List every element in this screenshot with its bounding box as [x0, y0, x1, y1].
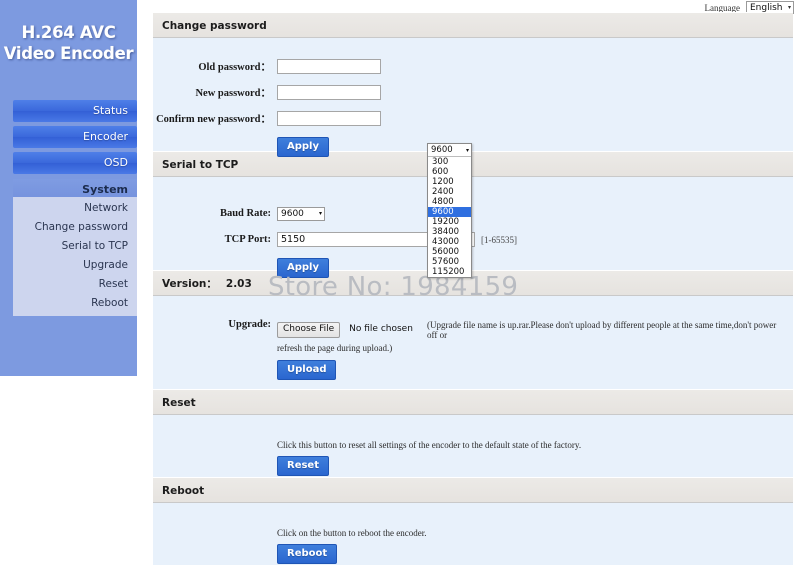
baud-rate-option[interactable]: 600 — [428, 167, 471, 177]
baud-rate-dropdown-current-value: 9600 — [431, 145, 453, 155]
panel-body-upgrade: Upgrade: Choose File No file chosen (Upg… — [153, 296, 793, 389]
upgrade-note: (Upgrade file name is up.rar.Please don'… — [427, 318, 787, 340]
panel-change-password: Change password Old password： New passwo… — [153, 12, 793, 157]
field-old-password: Old password： — [153, 56, 793, 77]
baud-rate-dropdown-current[interactable]: 9600 ▾ — [428, 144, 471, 157]
sidebar-submenu-system: Network Change password Serial to TCP Up… — [13, 197, 137, 316]
baud-rate-option[interactable]: 1200 — [428, 177, 471, 187]
chevron-down-icon: ▾ — [465, 146, 469, 154]
field-confirm-new-password: Confirm new password： — [153, 108, 793, 129]
version-title-label: Version： — [162, 278, 217, 290]
logo-line-1: H.264 AVC — [21, 23, 116, 42]
old-password-input[interactable] — [277, 59, 381, 74]
change-password-actions: Apply — [153, 134, 793, 157]
field-new-password: New password： — [153, 82, 793, 103]
sidebar: H.264 AVC Video Encoder Status Encoder O… — [0, 0, 137, 376]
chosen-file-status: No file chosen — [349, 324, 413, 334]
baud-rate-option[interactable]: 115200 — [428, 267, 471, 277]
panel-reboot: Reboot Click on the button to reboot the… — [153, 477, 793, 565]
confirm-new-password-input[interactable] — [277, 111, 381, 126]
reset-actions: Reset — [277, 450, 793, 476]
sidebar-item-encoder[interactable]: Encoder — [13, 126, 137, 148]
store-watermark: Store No: 1984159 — [268, 272, 519, 302]
sidebar-item-osd[interactable]: OSD — [13, 152, 137, 174]
sidebar-item-network[interactable]: Network — [13, 199, 137, 218]
sidebar-item-network-label: Network — [84, 202, 128, 214]
sidebar-item-change-password-label: Change password — [34, 221, 128, 233]
sidebar-item-serial-to-tcp[interactable]: Serial to TCP — [13, 237, 137, 256]
language-label: Language — [704, 2, 740, 13]
sidebar-item-change-password[interactable]: Change password — [13, 218, 137, 237]
panel-body-reboot: Click on the button to reboot the encode… — [153, 503, 793, 565]
baud-rate-value: 9600 — [281, 208, 304, 219]
panel-reset: Reset Click this button to reset all set… — [153, 389, 793, 477]
field-tcp-port: TCP Port: 5150 [1-65535] — [153, 229, 793, 250]
upgrade-row: Upgrade: Choose File No file chosen (Upg… — [153, 318, 793, 340]
sidebar-item-upgrade-label: Upgrade — [83, 259, 128, 271]
new-password-input[interactable] — [277, 85, 381, 100]
baud-rate-option[interactable]: 300 — [428, 157, 471, 167]
product-logo: H.264 AVC Video Encoder — [0, 22, 137, 64]
panel-body-reset: Click this button to reset all settings … — [153, 415, 793, 477]
chevron-down-icon: ▾ — [318, 210, 322, 217]
version-number: 2.03 — [225, 278, 252, 290]
upgrade-note-line-1: (Upgrade file name is up.rar.Please don'… — [427, 320, 777, 340]
baud-rate-option[interactable]: 38400 — [428, 227, 471, 237]
baud-rate-select[interactable]: 9600 ▾ — [277, 206, 325, 221]
panel-body-change-password: Old password： New password： Confirm new … — [153, 38, 793, 157]
choose-file-button[interactable]: Choose File — [277, 322, 341, 338]
upgrade-actions: Upload — [153, 353, 793, 380]
reboot-description: Click on the button to reboot the encode… — [277, 528, 427, 538]
baud-rate-label: Baud Rate: — [219, 208, 271, 219]
upgrade-label: Upgrade: — [228, 319, 271, 330]
baud-rate-option[interactable]: 43000 — [428, 237, 471, 247]
confirm-new-password-label: Confirm new password： — [156, 114, 271, 125]
panel-title-change-password: Change password — [153, 12, 793, 38]
sidebar-item-reset-label: Reset — [98, 278, 128, 290]
reboot-button[interactable]: Reboot — [277, 544, 338, 564]
upgrade-note-line-2: refresh the page during upload.) — [277, 343, 393, 353]
baud-rate-option[interactable]: 2400 — [428, 187, 471, 197]
panel-title-reboot: Reboot — [153, 477, 793, 503]
baud-rate-option[interactable]: 4800 — [428, 197, 471, 207]
encoder-web-ui: H.264 AVC Video Encoder Status Encoder O… — [0, 0, 800, 584]
upgrade-file-picker: Choose File No file chosen — [277, 318, 427, 338]
sidebar-item-status[interactable]: Status — [13, 100, 137, 122]
change-password-apply-button[interactable]: Apply — [277, 137, 330, 157]
reset-button[interactable]: Reset — [277, 456, 329, 476]
baud-rate-option[interactable]: 19200 — [428, 217, 471, 227]
sidebar-item-upgrade[interactable]: Upgrade — [13, 256, 137, 275]
sidebar-item-system-label: System — [82, 183, 128, 196]
upload-button[interactable]: Upload — [277, 360, 337, 380]
sidebar-item-encoder-label: Encoder — [83, 130, 128, 143]
sidebar-item-status-label: Status — [92, 104, 128, 117]
reboot-actions: Reboot — [277, 538, 793, 564]
tcp-port-label: TCP Port: — [224, 234, 271, 245]
sidebar-item-osd-label: OSD — [103, 156, 128, 169]
old-password-label: Old password： — [198, 62, 271, 73]
logo-line-2: Video Encoder — [3, 44, 134, 63]
tcp-port-hint: [1-65535] — [481, 234, 517, 245]
panel-body-serial-to-tcp: Baud Rate: 9600 ▾ TCP Port: 5150 [1-6553… — [153, 177, 793, 278]
panel-serial-to-tcp: Serial to TCP Baud Rate: 9600 ▾ TCP Port… — [153, 151, 793, 278]
sidebar-item-reset[interactable]: Reset — [13, 275, 137, 294]
sidebar-item-reboot[interactable]: Reboot — [13, 294, 137, 313]
chevron-down-icon: ▾ — [787, 4, 791, 11]
panel-title-reset: Reset — [153, 389, 793, 415]
sidebar-item-serial-to-tcp-label: Serial to TCP — [61, 240, 128, 252]
baud-rate-option-list: 300 600 1200 2400 4800 9600 19200 38400 43000 560… — [428, 157, 471, 277]
language-select-value: English — [750, 2, 783, 13]
reset-description: Click this button to reset all settings … — [277, 440, 582, 450]
baud-rate-option[interactable]: 9600 — [428, 207, 471, 217]
new-password-label: New password： — [195, 88, 271, 99]
field-baud-rate: Baud Rate: 9600 ▾ — [153, 203, 793, 224]
baud-rate-option[interactable]: 56000 — [428, 247, 471, 257]
baud-rate-dropdown-open[interactable]: 9600 ▾ 300 600 1200 2400 4800 9600 19200 38400 4… — [427, 143, 472, 278]
baud-rate-option[interactable]: 57600 — [428, 257, 471, 267]
sidebar-item-reboot-label: Reboot — [91, 297, 128, 309]
